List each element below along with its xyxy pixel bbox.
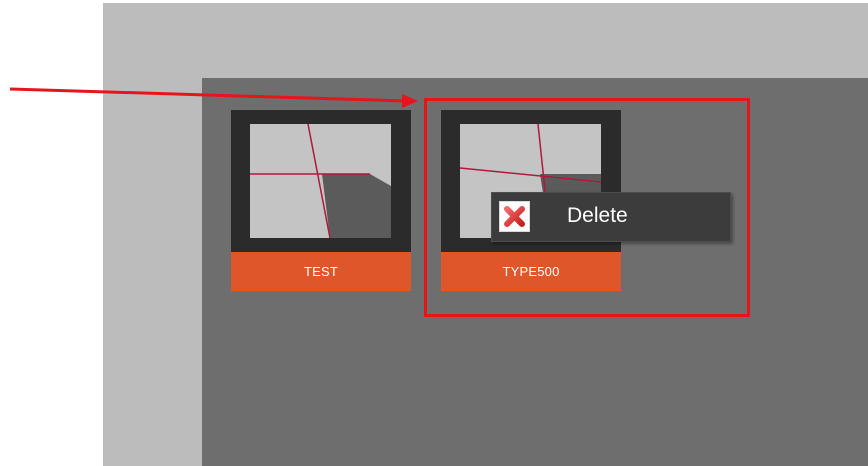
screenshot-stage: TEST TYPE500 Delete <box>0 0 868 466</box>
red-arrow-icon <box>9 87 418 108</box>
